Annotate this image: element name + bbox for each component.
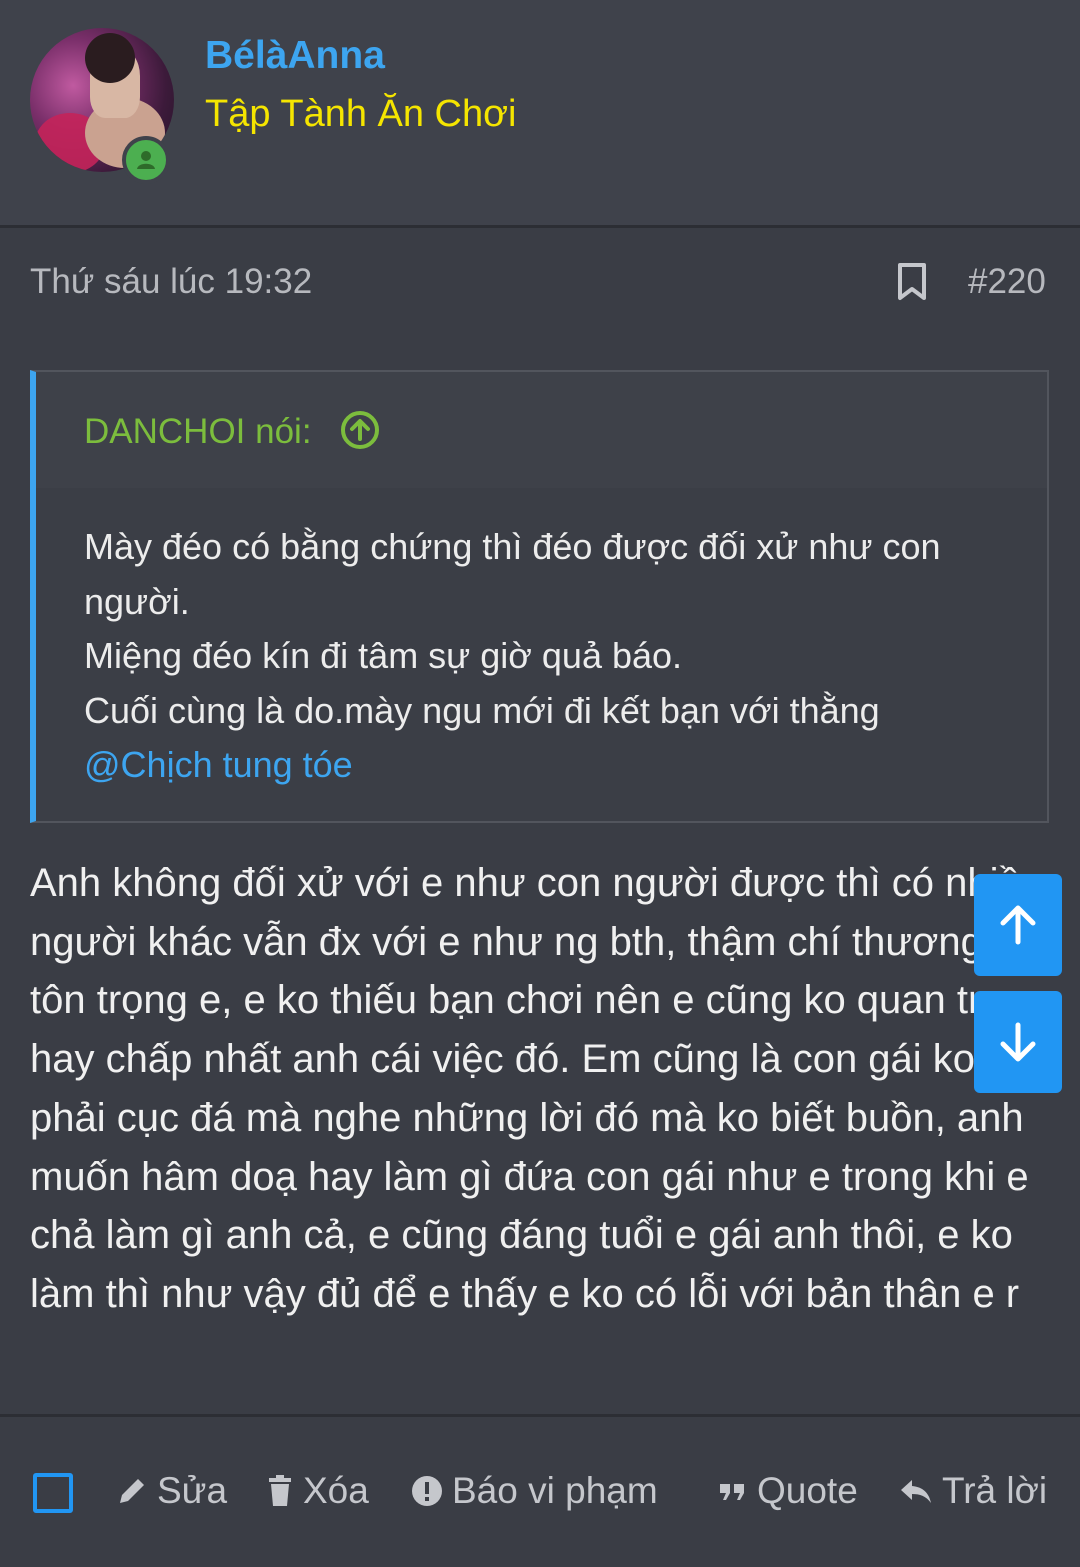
trash-icon xyxy=(269,1475,291,1506)
quote-label: Quote xyxy=(757,1470,858,1511)
footer-divider xyxy=(0,1414,1080,1417)
post-header: BélàAnna Tập Tành Ăn Chơi xyxy=(0,0,1080,228)
post-content: Anh không đối xử với e như con người đượ… xyxy=(30,861,1049,1316)
go-to-quote-icon[interactable] xyxy=(340,410,380,455)
user-mention-link[interactable]: @Chịch tung tóe xyxy=(84,744,353,785)
post-date[interactable]: Thứ sáu lúc 19:32 xyxy=(30,262,312,302)
report-label: Báo vi phạm xyxy=(452,1470,658,1511)
pencil-icon xyxy=(120,1479,144,1503)
scroll-bottom-button[interactable] xyxy=(974,991,1062,1093)
quote-block: DANCHOI nói: Mày đéo có bằng chứng thì đ… xyxy=(30,370,1049,823)
quote-line: Miệng đéo kín đi tâm sự giờ quả báo. xyxy=(84,635,683,676)
delete-button[interactable]: Xóa xyxy=(265,1470,369,1512)
quote-author[interactable]: DANCHOI nói: xyxy=(84,412,312,452)
quote-button[interactable]: Quote xyxy=(717,1470,858,1512)
reply-icon xyxy=(901,1480,931,1503)
post-number[interactable]: #220 xyxy=(968,262,1046,302)
online-user-icon xyxy=(122,136,170,184)
arrow-up-icon xyxy=(1000,905,1036,945)
arrow-down-icon xyxy=(1000,1022,1036,1062)
select-checkbox[interactable] xyxy=(33,1473,73,1513)
alert-icon xyxy=(412,1476,442,1506)
user-title: Tập Tành Ăn Chơi xyxy=(205,93,517,135)
quote-content: Mày đéo có bằng chứng thì đéo được đối x… xyxy=(84,520,1024,793)
report-button[interactable]: Báo vi phạm xyxy=(410,1470,658,1512)
quote-line: Cuối cùng là do.mày ngu mới đi kết bạn v… xyxy=(84,689,880,731)
quote-icon xyxy=(720,1484,744,1500)
bookmark-icon[interactable] xyxy=(895,262,929,307)
post-actions: Sửa Xóa Báo vi phạm Quote Trả lời xyxy=(0,1460,1080,1530)
quote-header: DANCHOI nói: xyxy=(36,372,1047,488)
username-link[interactable]: BélàAnna xyxy=(205,34,385,78)
scroll-top-button[interactable] xyxy=(974,874,1062,976)
reply-button[interactable]: Trả lời xyxy=(898,1470,1047,1512)
edit-label: Sửa xyxy=(157,1470,228,1511)
edit-button[interactable]: Sửa xyxy=(115,1470,227,1512)
quote-line: Mày đéo có bằng chứng thì đéo được đối x… xyxy=(84,526,941,622)
reply-label: Trả lời xyxy=(942,1470,1048,1511)
delete-label: Xóa xyxy=(303,1470,369,1511)
